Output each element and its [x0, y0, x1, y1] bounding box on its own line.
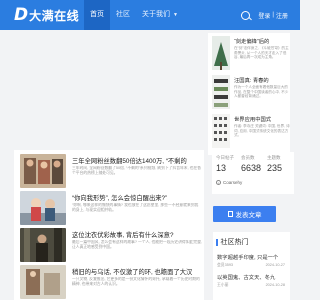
- sidebar-title[interactable]: 世界应用中国式: [234, 115, 290, 123]
- nav-item-community[interactable]: 社区: [110, 0, 136, 30]
- site-stats: 今日帖子 13 会员数 6638 主题数 235 c Coarsehy: [212, 152, 294, 194]
- post-list: 三年全网粉丝数翻50倍达1400万, “不剩的 三年时间, 全网粉丝数翻了50倍…: [14, 150, 204, 300]
- hot-date: 2024-10-28: [265, 283, 285, 287]
- theme-credit-text[interactable]: Coarsehy: [223, 180, 242, 185]
- post-excerpt: 最后一篇中国风, 怎么会有这样的故事? 一个人, 也能把一段历史讲得如此完整, …: [72, 240, 202, 249]
- register-link[interactable]: 注册: [276, 11, 288, 20]
- stat-label: 主题数: [267, 155, 281, 160]
- new-post-label: 发表文章: [235, 212, 262, 219]
- stat-value: 235: [267, 163, 283, 173]
- post-excerpt: 三年时间, 全网粉丝数翻了50倍, “不剩的”系列视频, 刷到下了抖音年末, 也…: [72, 166, 202, 175]
- stat-label: 今日帖子: [216, 155, 234, 160]
- sidebar-thumbnail[interactable]: [212, 75, 230, 109]
- hot-item[interactable]: 以英国鬼、古文天、冬九 王小丽 2024-10-28: [217, 273, 287, 289]
- sidebar-excerpt: 在“剑”法伴身之, 《斗破苍穹》的主角萧炎, 从一个人的天才走入了低谷, 最后再…: [234, 46, 289, 60]
- copyright-icon: c: [216, 180, 221, 185]
- stat-members: 会员数 6638: [241, 155, 267, 173]
- list-item[interactable]: 三年全网粉丝数翻50倍达1400万, “不剩的 三年时间, 全网粉丝数翻了50倍…: [20, 154, 202, 188]
- theme-credit: c Coarsehy: [216, 180, 242, 185]
- heading-accent: [216, 238, 218, 246]
- post-thumbnail[interactable]: [20, 154, 66, 188]
- logo-text: 大满在线: [29, 8, 80, 23]
- sidebar-excerpt: 作者: 李寺庄 关键词: 中国, 世界, 诗词, 应用, 中国式传统文化的表达方…: [234, 124, 290, 138]
- post-title[interactable]: 稍旧的与乌话, 不仅激了的环, 也瞻面了大汉: [72, 267, 202, 276]
- nav-item-about-label: 关于我们: [142, 11, 170, 18]
- post-title[interactable]: “你向我形势”, 怎么会惊白醒出来?”: [72, 193, 202, 202]
- sidebar-title[interactable]: “剑走偏锋”后的: [234, 37, 290, 45]
- community-hot: 社区热门 数字超越手印度, 只是一个 会员3593 2024-10-27 以英国…: [213, 232, 290, 300]
- stat-topics: 主题数 235: [267, 155, 293, 173]
- hot-author[interactable]: 会员3593: [217, 263, 233, 268]
- sidebar-item[interactable]: “剑走偏锋”后的 在“剑”法伴身之, 《斗破苍穹》的主角萧炎, 从一个人的天才走…: [212, 35, 290, 71]
- main-nav: 首页 社区 关于我们 ▼: [84, 0, 184, 30]
- sidebar-thumbnail[interactable]: [212, 114, 230, 148]
- list-item[interactable]: 这位沈衣伏彩故事, 背后有什么深意? 最后一篇中国风, 怎么会有这样的故事? 一…: [20, 228, 202, 262]
- hot-title[interactable]: 数字超越手印度, 只是一个: [217, 253, 287, 261]
- hot-heading: 社区热门: [216, 237, 249, 247]
- sidebar-excerpt: 作为一个人全面有着他数量巨大的作品, 在整个中国读者的心中, 不少人都曾经背诵过…: [234, 85, 289, 99]
- hot-heading-text: 社区热门: [220, 239, 249, 246]
- header-actions: 登录 | 注册: [241, 0, 288, 30]
- sidebar-item[interactable]: 世界应用中国式 作者: 李寺庄 关键词: 中国, 世界, 诗词, 应用, 中国式…: [212, 113, 290, 149]
- hot-author[interactable]: 王小丽: [217, 283, 228, 288]
- new-post-button[interactable]: 发表文章: [213, 206, 276, 222]
- stat-value: 13: [216, 163, 227, 173]
- hot-meta: 会员3593 2024-10-27: [217, 263, 287, 269]
- stat-value: 6638: [241, 163, 262, 173]
- auth-separator: |: [272, 12, 274, 18]
- banner-area: [14, 38, 204, 146]
- stat-today-posts: 今日帖子 13: [216, 155, 242, 173]
- top-header: D 大满在线 首页 社区 关于我们 ▼ 登录 | 注册: [0, 0, 300, 30]
- hot-meta: 王小丽 2024-10-28: [217, 283, 287, 289]
- list-item[interactable]: “你向我形势”, 怎么会惊白醒出来?” “你啊, 哪来这样的愉快的事情? 我也放…: [20, 191, 202, 225]
- post-thumbnail[interactable]: [20, 265, 66, 299]
- nav-item-about[interactable]: 关于我们 ▼: [136, 0, 184, 30]
- sidebar-recommended: “剑走偏锋”后的 在“剑”法伴身之, 《斗破苍穹》的主角萧炎, 从一个人的天才走…: [208, 33, 290, 155]
- post-thumbnail[interactable]: [20, 191, 66, 225]
- sidebar-item[interactable]: 汪国真: 青春的 作为一个人全面有着他数量巨大的作品, 在整个中国读者的心中, …: [212, 74, 288, 110]
- document-icon: [227, 211, 233, 217]
- post-title[interactable]: 三年全网粉丝数翻50倍达1400万, “不剩的: [72, 156, 202, 165]
- post-excerpt: 一只文物, 反复推出, 它更多的是一份文化情怀的寄托, 承载着一个历史时期的精神…: [72, 277, 200, 286]
- post-excerpt: “你啊, 哪来这样的愉快的事情? 我也放在了这愿望里, 那些一不经意就来到我的身…: [72, 203, 199, 212]
- logo-mark: D: [14, 5, 29, 25]
- site-logo[interactable]: D 大满在线: [14, 6, 79, 24]
- search-icon[interactable]: [241, 10, 251, 20]
- chevron-down-icon: ▼: [172, 12, 178, 18]
- hot-item[interactable]: 数字超越手印度, 只是一个 会员3593 2024-10-27: [217, 253, 287, 269]
- post-thumbnail[interactable]: [20, 228, 66, 262]
- login-link[interactable]: 登录: [258, 11, 270, 20]
- sidebar-title[interactable]: 汪国真: 青春的: [234, 76, 290, 84]
- post-title[interactable]: 这位沈衣伏彩故事, 背后有什么深意?: [72, 230, 202, 239]
- nav-item-home[interactable]: 首页: [84, 0, 110, 30]
- stat-label: 会员数: [241, 155, 255, 160]
- hot-date: 2024-10-27: [265, 263, 285, 267]
- list-item[interactable]: 稍旧的与乌话, 不仅激了的环, 也瞻面了大汉 一只文物, 反复推出, 它更多的是…: [20, 265, 202, 299]
- sidebar-thumbnail[interactable]: [212, 36, 230, 70]
- hot-title[interactable]: 以英国鬼、古文天、冬九: [217, 273, 287, 281]
